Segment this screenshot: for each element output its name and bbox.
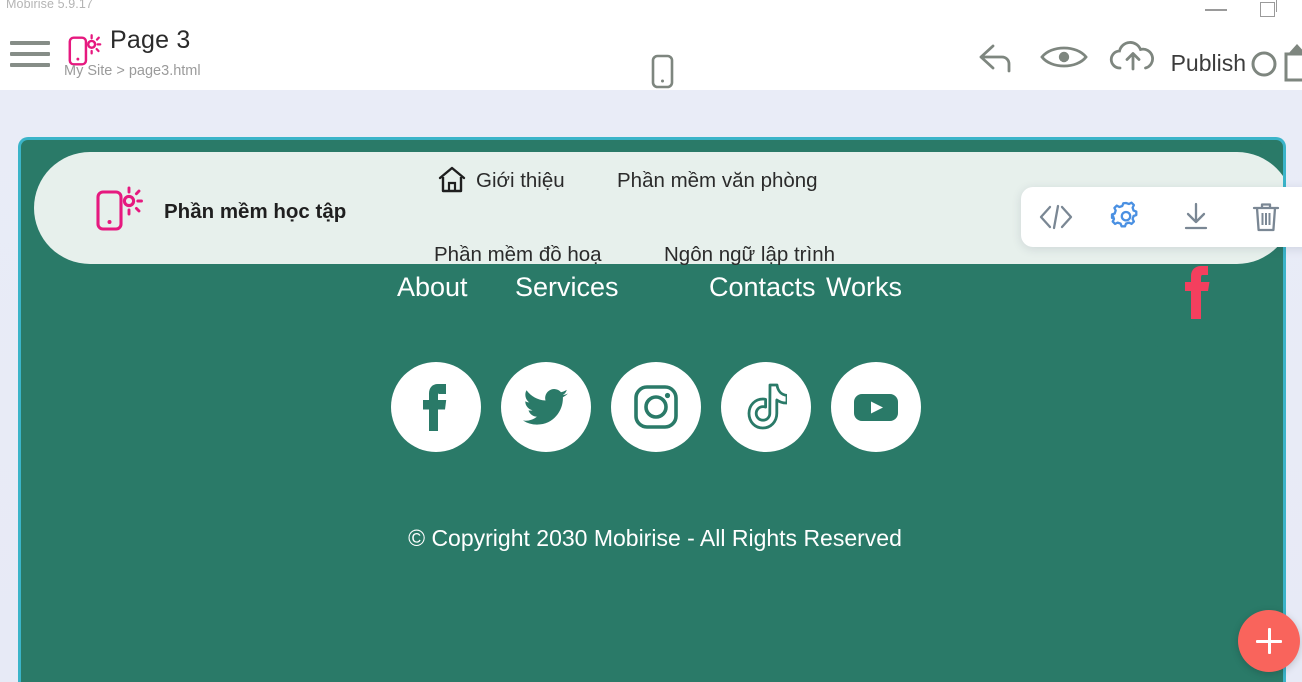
gear-icon bbox=[1109, 200, 1143, 234]
tiktok-icon bbox=[745, 383, 787, 431]
move-block-button[interactable] bbox=[1161, 187, 1231, 247]
app-title: Mobirise 5.9.17 bbox=[6, 0, 93, 11]
add-block-fab[interactable] bbox=[1238, 610, 1300, 672]
facebook-icon bbox=[1177, 263, 1217, 323]
navbar-brand: Phần mềm học tập bbox=[164, 200, 346, 224]
instagram-icon bbox=[632, 383, 680, 431]
main-menu-button[interactable] bbox=[10, 38, 50, 72]
editor-canvas: Phần mềm học tập Giới thiệu Phần mềm văn… bbox=[0, 90, 1302, 682]
home-icon bbox=[437, 165, 467, 195]
navbar-logo-icon bbox=[96, 182, 144, 234]
hamburger-icon-line bbox=[10, 52, 50, 56]
edit-code-button[interactable] bbox=[1021, 187, 1091, 247]
navbar-link-van-phong[interactable]: Phần mềm văn phòng bbox=[617, 169, 818, 193]
social-facebook[interactable] bbox=[391, 362, 481, 452]
restore-icon bbox=[1260, 2, 1275, 17]
undo-button[interactable] bbox=[969, 40, 1017, 79]
block-toolbar bbox=[1021, 187, 1302, 247]
navbar-link-gioi-thieu[interactable]: Giới thiệu bbox=[476, 169, 565, 193]
footer-link-services[interactable]: Services bbox=[515, 272, 619, 303]
preview-button[interactable] bbox=[1038, 40, 1090, 79]
hamburger-icon-line bbox=[10, 63, 50, 67]
publish-cloud-icon[interactable] bbox=[1107, 40, 1159, 79]
social-youtube[interactable] bbox=[831, 362, 921, 452]
footer-link-works[interactable]: Works bbox=[826, 272, 902, 303]
social-tiktok[interactable] bbox=[721, 362, 811, 452]
social-twitter[interactable] bbox=[501, 362, 591, 452]
minimize-icon bbox=[1205, 9, 1227, 11]
youtube-icon bbox=[850, 387, 902, 427]
mobirise-window: Mobirise 5.9.17 bbox=[0, 0, 1302, 682]
footer-link-contacts[interactable]: Contacts bbox=[709, 272, 816, 303]
navbar-link-do-hoa[interactable]: Phần mềm đồ hoạ bbox=[434, 243, 602, 267]
footer-copyright: © Copyright 2030 Mobirise - All Rights R… bbox=[21, 525, 1286, 552]
download-icon bbox=[1180, 201, 1212, 233]
account-button[interactable] bbox=[1248, 42, 1302, 87]
minimize-button[interactable] bbox=[1194, 0, 1240, 20]
app-header: Page 3 My Site > page3.html bbox=[0, 20, 1302, 90]
twitter-icon bbox=[522, 386, 570, 428]
footer-link-about[interactable]: About bbox=[397, 272, 468, 303]
mobile-view-toggle[interactable] bbox=[645, 50, 679, 94]
hamburger-icon-line bbox=[10, 41, 50, 45]
breadcrumb: My Site > page3.html bbox=[64, 63, 201, 79]
delete-block-button[interactable] bbox=[1231, 187, 1301, 247]
block-settings-button[interactable] bbox=[1091, 187, 1161, 247]
trash-icon bbox=[1250, 200, 1282, 234]
navbar-link-lap-trinh[interactable]: Ngôn ngữ lập trình bbox=[664, 243, 835, 267]
facebook-icon bbox=[419, 381, 453, 433]
maximize-button[interactable] bbox=[1246, 0, 1292, 20]
code-icon bbox=[1036, 203, 1076, 231]
window-titlebar: Mobirise 5.9.17 bbox=[0, 0, 1302, 20]
page-title: Page 3 bbox=[110, 26, 190, 55]
social-instagram[interactable] bbox=[611, 362, 701, 452]
publish-button[interactable]: Publish bbox=[1171, 50, 1246, 77]
